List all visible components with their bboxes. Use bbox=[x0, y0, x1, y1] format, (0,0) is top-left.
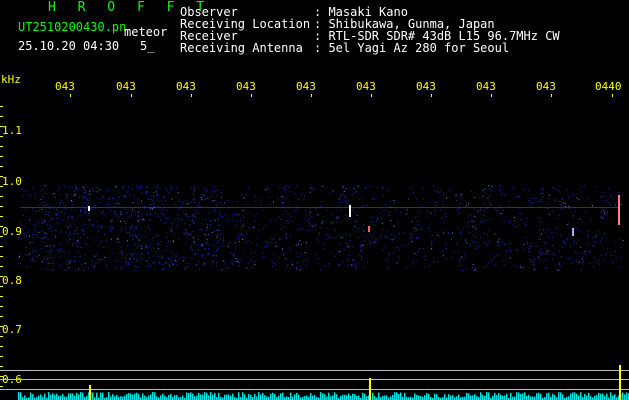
tick-marks bbox=[0, 94, 629, 390]
signal-noise bbox=[18, 185, 624, 271]
spectrogram bbox=[0, 94, 629, 400]
